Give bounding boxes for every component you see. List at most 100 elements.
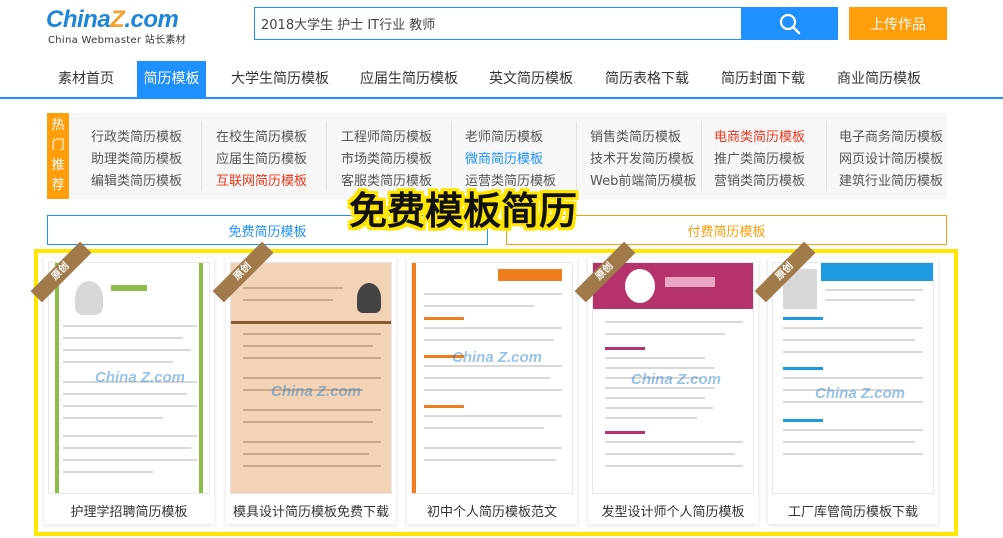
hot-link[interactable]: Web前端简历模板 bbox=[590, 170, 696, 189]
name-block bbox=[111, 285, 147, 291]
nav-item-english-templates[interactable]: 英文简历模板 bbox=[483, 61, 579, 97]
search-icon bbox=[779, 13, 800, 34]
nav-item-resume-forms[interactable]: 简历表格下载 bbox=[599, 61, 695, 97]
template-thumbnail[interactable]: China Z.com bbox=[230, 262, 392, 494]
watermark: China Z.com bbox=[452, 349, 543, 366]
template-title[interactable]: 初中个人简历模板范文 bbox=[407, 501, 577, 520]
text-line bbox=[605, 367, 715, 369]
text-line bbox=[783, 327, 923, 329]
nav-item-resume-templates[interactable]: 简历模板 bbox=[137, 61, 206, 97]
text-line bbox=[605, 453, 735, 455]
text-line bbox=[63, 417, 163, 419]
hot-link[interactable]: 建筑行业简历模板 bbox=[839, 170, 943, 189]
template-card[interactable]: China Z.com 原创 发型设计师个人简历模板 bbox=[574, 241, 758, 524]
section-marker bbox=[605, 347, 645, 350]
avatar bbox=[75, 281, 103, 315]
search-button[interactable] bbox=[741, 7, 838, 40]
template-title[interactable]: 模具设计简历模板免费下载 bbox=[226, 501, 396, 520]
column-divider bbox=[701, 121, 702, 191]
text-line bbox=[605, 407, 713, 409]
search-input[interactable] bbox=[255, 8, 741, 39]
nav-item-home[interactable]: 素材首页 bbox=[47, 61, 125, 97]
template-thumbnail[interactable]: China Z.com bbox=[772, 262, 934, 494]
hot-link[interactable]: 销售类简历模板 bbox=[590, 126, 681, 145]
search-box bbox=[254, 7, 741, 40]
text-line bbox=[783, 377, 923, 379]
text-line bbox=[63, 325, 197, 327]
watermark: China Z.com bbox=[95, 369, 186, 386]
nav-item-business-templates[interactable]: 商业简历模板 bbox=[831, 61, 927, 97]
template-title[interactable]: 工厂库管简历模板下载 bbox=[768, 501, 938, 520]
text-line bbox=[243, 409, 381, 411]
nav-item-graduate-templates[interactable]: 应届生简历模板 bbox=[354, 61, 464, 97]
text-line bbox=[63, 349, 191, 351]
template-thumbnail[interactable]: China Z.com bbox=[592, 262, 754, 494]
text-line bbox=[825, 299, 915, 301]
text-line bbox=[424, 389, 562, 391]
site-logo[interactable]: ChinaZ.com China Webmaster 站长素材 bbox=[46, 6, 186, 46]
hot-link[interactable]: 在校生简历模板 bbox=[216, 126, 307, 145]
accent-bar bbox=[412, 263, 416, 493]
promo-headline: 免费模板简历 bbox=[349, 188, 578, 233]
divider bbox=[231, 321, 391, 324]
template-title[interactable]: 护理学招聘简历模板 bbox=[44, 501, 214, 520]
watermark: China Z.com bbox=[815, 385, 906, 402]
site-header: ChinaZ.com China Webmaster 站长素材 上传作品 bbox=[0, 0, 1003, 50]
hot-link[interactable]: 行政类简历模板 bbox=[91, 126, 182, 145]
text-line bbox=[424, 415, 562, 417]
hot-link[interactable]: 老师简历模板 bbox=[465, 126, 543, 145]
text-line bbox=[63, 393, 187, 395]
text-line bbox=[605, 417, 697, 419]
text-line bbox=[783, 429, 923, 431]
template-card[interactable]: China Z.com 初中个人简历模板范文 bbox=[407, 258, 577, 524]
hot-link[interactable]: 互联网简历模板 bbox=[216, 170, 307, 189]
hot-link[interactable]: 电商类简历模板 bbox=[714, 126, 805, 145]
section-marker bbox=[783, 367, 823, 370]
hot-link[interactable]: 应届生简历模板 bbox=[216, 148, 307, 167]
template-card[interactable]: China Z.com 原创 护理学招聘简历模板 bbox=[30, 241, 214, 524]
hot-link[interactable]: 推广类简历模板 bbox=[714, 148, 805, 167]
text-line bbox=[424, 427, 544, 429]
column-divider bbox=[201, 121, 202, 191]
nav-item-college-templates[interactable]: 大学生简历模板 bbox=[225, 61, 335, 97]
text-line bbox=[243, 421, 373, 423]
hot-link[interactable]: 技术开发简历模板 bbox=[590, 148, 694, 167]
template-card[interactable]: China Z.com 原创 工厂库管简历模板下载 bbox=[754, 241, 938, 524]
logo-wordmark: ChinaZ.com bbox=[46, 6, 179, 33]
template-card[interactable]: China Z.com 原创 模具设计简历模板免费下载 bbox=[212, 241, 396, 524]
text-line bbox=[605, 397, 705, 399]
text-line bbox=[63, 435, 197, 437]
text-line bbox=[605, 441, 743, 443]
hot-link[interactable]: 工程师简历模板 bbox=[341, 126, 432, 145]
main-nav: 素材首页 简历模板 大学生简历模板 应届生简历模板 英文简历模板 简历表格下载 … bbox=[0, 61, 1003, 99]
text-line bbox=[243, 345, 373, 347]
hot-link[interactable]: 微商简历模板 bbox=[465, 148, 543, 167]
hot-link[interactable]: 助理类简历模板 bbox=[91, 148, 182, 167]
hot-link[interactable]: 营销类简历模板 bbox=[714, 170, 805, 189]
hot-link[interactable]: 网页设计简历模板 bbox=[839, 148, 943, 167]
template-title[interactable]: 发型设计师个人简历模板 bbox=[588, 501, 758, 520]
template-thumbnail[interactable]: China Z.com bbox=[411, 262, 573, 494]
heading-block bbox=[498, 269, 562, 281]
upload-button[interactable]: 上传作品 bbox=[849, 7, 947, 40]
nav-item-resume-covers[interactable]: 简历封面下载 bbox=[715, 61, 811, 97]
hot-link[interactable]: 编辑类简历模板 bbox=[91, 170, 182, 189]
hot-link[interactable]: 电子商务简历模板 bbox=[839, 126, 943, 145]
accent-bar bbox=[55, 263, 59, 493]
text-line bbox=[783, 441, 915, 443]
text-line bbox=[424, 459, 556, 461]
watermark: China Z.com bbox=[271, 383, 362, 400]
text-line bbox=[424, 447, 562, 449]
text-line bbox=[243, 333, 381, 335]
text-line bbox=[243, 287, 343, 289]
header-band bbox=[821, 263, 933, 281]
hot-link[interactable]: 市场类简历模板 bbox=[341, 148, 432, 167]
accent-bar bbox=[199, 263, 203, 493]
text-line bbox=[243, 441, 381, 443]
watermark: China Z.com bbox=[631, 371, 722, 388]
section-marker bbox=[783, 419, 823, 422]
template-thumbnail[interactable]: China Z.com bbox=[48, 262, 210, 494]
text-line bbox=[424, 293, 562, 295]
column-divider bbox=[326, 121, 327, 191]
text-line bbox=[63, 337, 183, 339]
